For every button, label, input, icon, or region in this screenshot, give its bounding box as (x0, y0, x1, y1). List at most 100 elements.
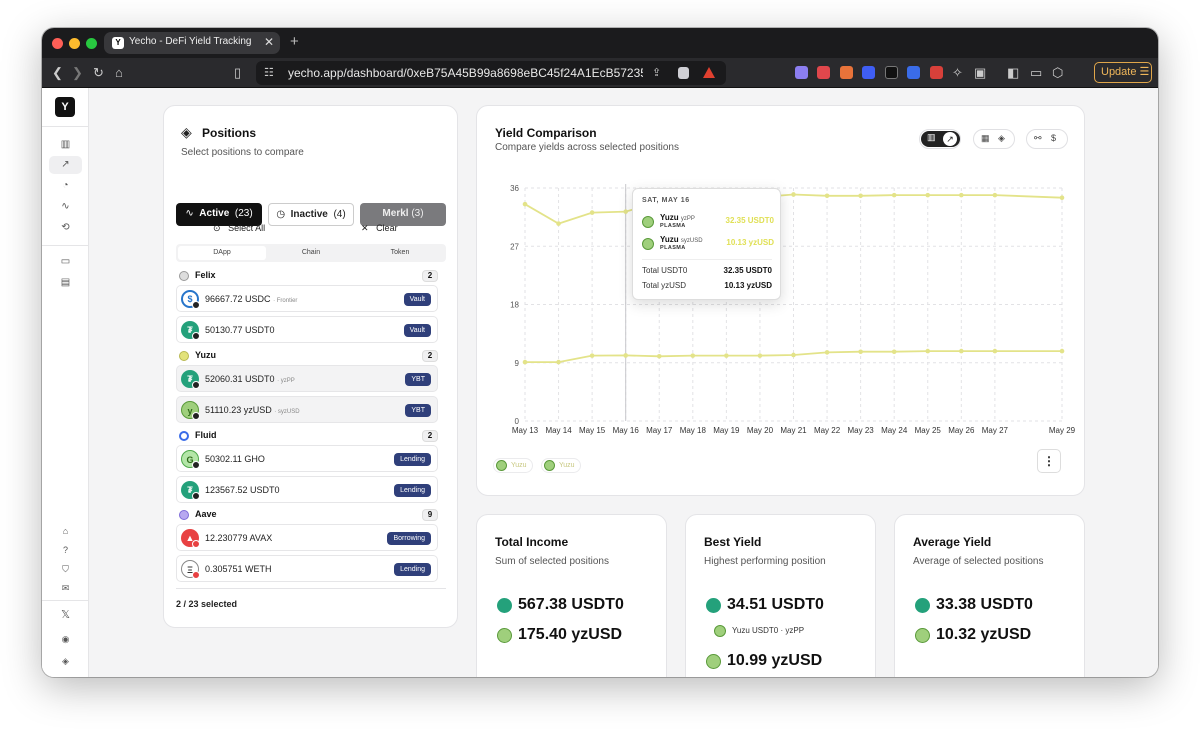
logo[interactable]: Y (55, 97, 75, 117)
stat-title: Best Yield (704, 535, 762, 549)
new-tab-icon[interactable]: + (290, 33, 299, 50)
extension-icon[interactable] (840, 66, 853, 79)
extension-icon[interactable] (817, 66, 830, 79)
shield-icon[interactable]: ⛉ (49, 560, 82, 578)
position-row[interactable]: G 50302.11 GHO Lending (176, 445, 438, 472)
stat-value: 10.32 yzUSD (936, 626, 1032, 643)
position-amount: 96667.72 USDC (205, 294, 271, 304)
browser-tab[interactable]: Y Yecho - DeFi Yield Tracking Pl ✕ (104, 32, 280, 54)
yzusd-icon (714, 625, 726, 637)
position-row[interactable]: y 51110.23 yzUSD · syzUSD YBT (176, 396, 438, 423)
x-twitter-icon[interactable]: 𝕏 (49, 606, 82, 624)
position-row[interactable]: ₮ 50130.77 USDT0 Vault (176, 316, 438, 343)
select-all-button[interactable]: ⊙ Select All (213, 223, 265, 234)
bookmark-icon[interactable]: ▯ (234, 64, 241, 82)
group-header-felix[interactable]: Felix 2 (178, 268, 438, 284)
coins-icon[interactable]: ⚯ (1034, 133, 1042, 144)
data-point (858, 193, 863, 199)
group-count: 2 (422, 430, 438, 442)
legend-label: Yuzu (559, 462, 575, 469)
position-row[interactable]: ▲ 12.230779 AVAX Borrowing (176, 524, 438, 551)
data-point (1059, 348, 1065, 354)
navigation-bar: ❮ ❯ ↻ ⌂ ▯ ☷ yecho.app/dashboard/0xeB75A4… (42, 58, 1158, 88)
group-count: 2 (422, 270, 438, 282)
close-window-button[interactable] (52, 38, 63, 49)
capture-icon[interactable]: ▣ (974, 64, 986, 82)
filter-count: (3) (411, 208, 424, 219)
vpn-icon[interactable]: ⬡ (1052, 64, 1063, 82)
usdt0-icon (497, 598, 512, 613)
extension-icon[interactable] (885, 66, 898, 79)
tooltip-protocol: Yuzu (660, 235, 679, 244)
calendar-icon[interactable]: ▦ (981, 133, 990, 144)
document-icon[interactable]: ▤ (49, 274, 82, 292)
minimize-window-button[interactable] (69, 38, 80, 49)
position-row[interactable]: $ 96667.72 USDC · Frontier Vault (176, 285, 438, 312)
layers-icon[interactable]: ◈ (998, 133, 1005, 144)
legend-item[interactable]: Yuzu (541, 458, 581, 473)
extension-icon[interactable] (930, 66, 943, 79)
data-point (522, 201, 528, 207)
sidebar-toggle-icon[interactable]: ◧ (1007, 64, 1019, 82)
maximize-window-button[interactable] (86, 38, 97, 49)
site-settings-icon[interactable]: ☷ (264, 64, 274, 82)
group-header-aave[interactable]: Aave 9 (178, 507, 438, 523)
discord-icon[interactable]: ◉ (49, 630, 82, 648)
shield-icon[interactable] (678, 67, 689, 79)
chain-icon (192, 492, 200, 500)
clock-icon: ◷ (276, 209, 286, 220)
position-row[interactable]: ₮ 123567.52 USDT0 Lending (176, 476, 438, 503)
history-icon[interactable]: ⟲ (49, 219, 82, 237)
reload-icon[interactable]: ↻ (93, 64, 104, 82)
data-point (690, 353, 696, 358)
card-icon[interactable]: ▭ (49, 253, 82, 271)
legend-item[interactable]: Yuzu (493, 458, 533, 473)
layers-icon[interactable]: ◈ (49, 652, 82, 670)
activity-icon[interactable]: ∿ (49, 198, 82, 216)
group-header-fluid[interactable]: Fluid 2 (178, 428, 438, 444)
back-icon[interactable]: ❮ (52, 64, 63, 82)
help-icon[interactable]: ? (49, 541, 82, 559)
forward-icon[interactable]: ❯ (72, 64, 83, 82)
view-toggle: ▦ ◈ (973, 129, 1015, 149)
extension-icon[interactable] (862, 66, 875, 79)
stat-value: 567.38 USDT0 (518, 596, 624, 613)
tab-dapp[interactable]: DApp (178, 246, 266, 260)
y-tick-label: 0 (515, 417, 520, 426)
wallet-icon[interactable]: ▭ (1030, 64, 1042, 82)
chain-icon (192, 301, 200, 309)
puzzle-icon[interactable]: ✧ (952, 64, 963, 82)
extension-icon[interactable] (795, 66, 808, 79)
bar-chart-icon[interactable]: ▥ (49, 136, 82, 154)
warning-icon[interactable] (703, 67, 715, 78)
more-vertical-icon[interactable]: ⋮ (1037, 449, 1061, 473)
home-icon[interactable]: ⌂ (49, 522, 82, 540)
close-tab-icon[interactable]: ✕ (264, 35, 274, 49)
sidebar-divider (42, 600, 89, 601)
line-chart-icon[interactable]: ↗ (943, 132, 957, 146)
data-point (959, 192, 964, 198)
position-row[interactable]: ₮ 52060.31 USDT0 · yzPP YBT (176, 365, 438, 392)
data-point (724, 353, 729, 358)
url-bar[interactable]: ☷ yecho.app/dashboard/0xeB75A45B99a8698e… (256, 61, 726, 85)
update-button[interactable]: Update ☰ (1094, 62, 1152, 83)
yield-line-chart: 0 9 18 27 36 May 13 May 14 May 15 May 16 May 17 Ma… (510, 184, 1076, 435)
mail-icon[interactable]: ✉ (49, 579, 82, 597)
selected-summary: 2 / 23 selected (176, 599, 238, 609)
y-tick-label: 27 (510, 242, 519, 251)
data-point (992, 348, 998, 354)
extension-icon[interactable] (907, 66, 920, 79)
dollar-icon[interactable]: $ (1051, 133, 1056, 143)
bar-chart-icon[interactable]: ▥ (927, 132, 936, 143)
share-icon[interactable]: ⇪ (652, 64, 661, 82)
clear-button[interactable]: ✕ Clear (361, 223, 398, 234)
pie-chart-icon[interactable]: ◔ (49, 177, 82, 195)
filter-inactive-button[interactable]: ◷ Inactive (4) (268, 203, 354, 226)
home-icon[interactable]: ⌂ (115, 64, 123, 82)
group-header-yuzu[interactable]: Yuzu 2 (178, 348, 438, 364)
position-row[interactable]: Ξ 0.305751 WETH Lending (176, 555, 438, 582)
tab-token[interactable]: Token (356, 246, 444, 260)
data-point (589, 353, 595, 358)
trending-icon[interactable]: ↗ (49, 156, 82, 174)
tab-chain[interactable]: Chain (267, 246, 355, 260)
